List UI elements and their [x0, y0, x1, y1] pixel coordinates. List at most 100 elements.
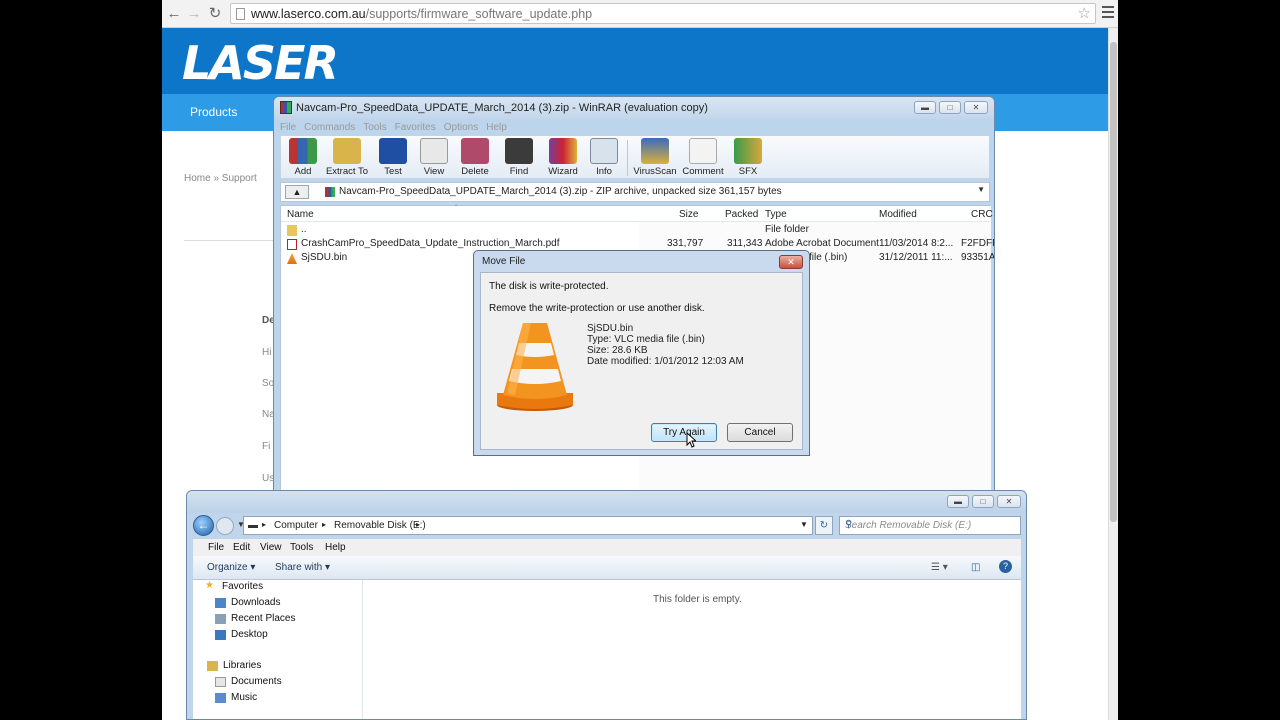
explorer-menubar: File Edit View Tools Help [193, 539, 1021, 556]
maximize-button[interactable]: □ [939, 101, 961, 114]
nav-libraries[interactable]: Libraries [223, 660, 261, 671]
delete-button[interactable]: Delete [457, 138, 493, 177]
vlc-cone-icon [497, 323, 573, 411]
forward-arrow-icon[interactable]: → [184, 4, 204, 24]
col-type[interactable]: Type [765, 209, 787, 220]
breadcrumb[interactable]: Home » Support [184, 173, 257, 184]
winrar-title: Navcam-Pro_SpeedData_UPDATE_March_2014 (… [296, 102, 708, 114]
desktop-icon [215, 630, 226, 640]
menu-file[interactable]: File [208, 542, 224, 553]
explorer-window: ▬ □ ✕ ← ▼ ▬ ▸ Computer ▸ Removable Disk … [186, 490, 1027, 720]
col-modified[interactable]: Modified [879, 209, 917, 220]
find-button[interactable]: Find [503, 138, 535, 177]
menu-tools[interactable]: Tools [290, 542, 313, 553]
nav-music[interactable]: Music [231, 692, 257, 703]
menu-commands[interactable]: Commands [304, 122, 355, 133]
winrar-titlebar[interactable]: Navcam-Pro_SpeedData_UPDATE_March_2014 (… [274, 97, 994, 119]
info-button[interactable]: Info [589, 138, 619, 177]
browser-toolbar: ← → ↻ www.laserco.com.au/supports/firmwa… [162, 0, 1118, 28]
nav-favorites[interactable]: Favorites [222, 581, 263, 592]
comment-button[interactable]: Comment [681, 138, 725, 177]
view-options-icon[interactable]: ☰ ▾ [931, 562, 948, 573]
menu-help[interactable]: Help [325, 542, 346, 553]
organize-button[interactable]: Organize ▾ [207, 562, 255, 573]
downloads-icon [215, 598, 226, 608]
error-message: The disk is write-protected. [489, 281, 609, 292]
chevron-right-icon[interactable]: ▸ [416, 520, 420, 529]
empty-folder-message: This folder is empty. [653, 594, 742, 605]
crumb-removable-disk[interactable]: Removable Disk (E:) [334, 520, 426, 531]
laser-logo[interactable]: LASER [182, 36, 339, 90]
view-button[interactable]: View [417, 138, 451, 177]
share-with-button[interactable]: Share with ▾ [275, 562, 330, 573]
dialog-close-button[interactable]: ✕ [779, 255, 803, 269]
forward-arrow-icon[interactable] [216, 517, 234, 535]
file-modified: Date modified: 1/01/2012 12:03 AM [587, 356, 744, 367]
file-list-header: Name ˆ Size Packed Type Modified CRC [281, 204, 993, 222]
nav-desktop[interactable]: Desktop [231, 629, 268, 640]
bookmark-star-icon[interactable]: ☆ [1078, 4, 1091, 22]
col-packed[interactable]: Packed [725, 209, 758, 220]
nav-recent-places[interactable]: Recent Places [231, 613, 295, 624]
menu-help[interactable]: Help [486, 122, 507, 133]
chevron-right-icon[interactable]: ▸ [262, 520, 266, 529]
crumb-computer[interactable]: Computer [274, 520, 318, 531]
delete-icon [461, 138, 489, 164]
close-button[interactable]: ✕ [997, 495, 1021, 508]
close-button[interactable]: ✕ [964, 101, 988, 114]
search-icon[interactable]: ⚲ [845, 519, 1016, 530]
menu-options[interactable]: Options [444, 122, 478, 133]
explorer-titlebar[interactable]: ▬ □ ✕ [187, 491, 1026, 513]
vlc-cone-icon [287, 253, 297, 264]
error-hint: Remove the write-protection or use anoth… [489, 303, 705, 314]
menu-file[interactable]: File [280, 122, 296, 133]
side-label: Hi [262, 347, 272, 358]
try-again-button[interactable]: Try Again [651, 423, 717, 442]
menu-view[interactable]: View [260, 542, 282, 553]
nav-documents[interactable]: Documents [231, 676, 282, 687]
up-folder-icon[interactable]: ▲ [285, 185, 309, 199]
test-button[interactable]: Test [377, 138, 409, 177]
col-size[interactable]: Size [679, 209, 698, 220]
side-label: Fi [262, 441, 271, 452]
chrome-menu-icon[interactable] [1102, 6, 1114, 21]
back-arrow-icon[interactable]: ← [193, 515, 214, 536]
extract-to-button[interactable]: Extract To [325, 138, 369, 177]
star-icon: ★ [205, 580, 214, 591]
archive-path-bar[interactable]: ▲ Navcam-Pro_SpeedData_UPDATE_March_2014… [280, 182, 990, 202]
chevron-down-icon[interactable]: ▼ [800, 520, 808, 529]
address-bar[interactable]: www.laserco.com.au/supports/firmware_sof… [230, 3, 1096, 24]
pdf-file-icon [287, 239, 297, 250]
refresh-icon[interactable]: ↻ [815, 516, 833, 535]
minimize-button[interactable]: ▬ [947, 495, 969, 508]
file-name: SjSDU.bin [587, 323, 634, 334]
col-crc[interactable]: CRC [971, 209, 993, 220]
virusscan-button[interactable]: VirusScan [633, 138, 677, 177]
add-archive-icon [289, 138, 317, 164]
view-glasses-icon [420, 138, 448, 164]
add-button[interactable]: Add [285, 138, 321, 177]
table-row[interactable]: .. File folder [281, 224, 989, 238]
menu-favorites[interactable]: Favorites [395, 122, 436, 133]
zip-archive-icon [325, 187, 335, 197]
help-icon[interactable]: ? [999, 560, 1012, 573]
nav-products-link[interactable]: Products [190, 105, 237, 119]
wizard-button[interactable]: Wizard [543, 138, 583, 177]
nav-downloads[interactable]: Downloads [231, 597, 280, 608]
scrollbar-thumb[interactable] [1110, 42, 1117, 522]
search-input[interactable]: Search Removable Disk (E:) ⚲ [839, 516, 1021, 535]
minimize-button[interactable]: ▬ [914, 101, 936, 114]
page-scrollbar[interactable] [1108, 28, 1118, 720]
chevron-right-icon[interactable]: ▸ [322, 520, 326, 529]
explorer-address-bar[interactable]: ▬ ▸ Computer ▸ Removable Disk (E:) ▸ ▼ [243, 516, 813, 535]
back-arrow-icon[interactable]: ← [164, 4, 184, 24]
maximize-button[interactable]: □ [972, 495, 994, 508]
col-name[interactable]: Name [287, 209, 314, 220]
menu-tools[interactable]: Tools [363, 122, 386, 133]
chevron-down-icon[interactable]: ▼ [977, 185, 985, 194]
cancel-button[interactable]: Cancel [727, 423, 793, 442]
menu-edit[interactable]: Edit [233, 542, 250, 553]
reload-icon[interactable]: ↻ [205, 4, 225, 24]
sfx-button[interactable]: SFX [733, 138, 763, 177]
preview-pane-icon[interactable]: ◫ [971, 562, 980, 573]
